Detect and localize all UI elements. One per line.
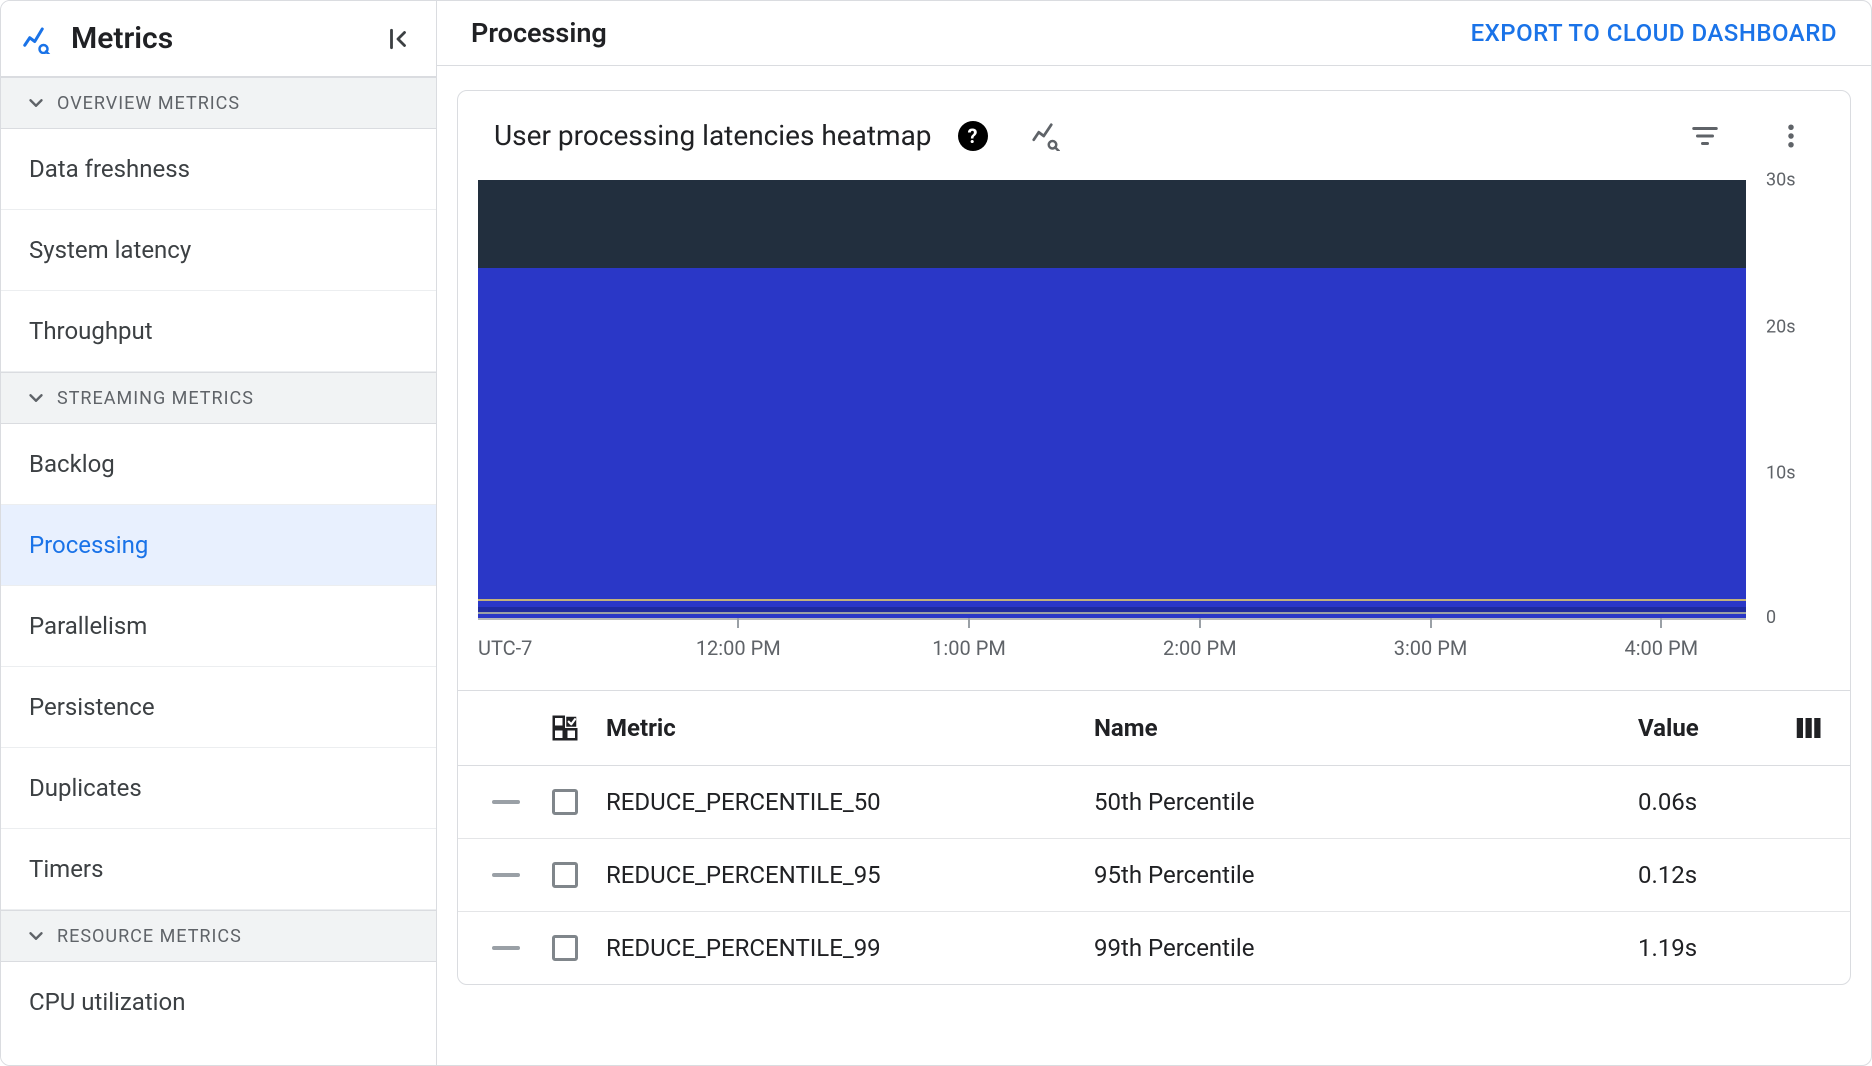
x-axis: UTC-7 12:00 PM 1:00 PM 2:00 PM 3:00 PM 4… [478, 630, 1814, 670]
chevron-down-icon [25, 92, 47, 114]
cell-metric: REDUCE_PERCENTILE_95 [606, 861, 1076, 889]
sidebar-item-label: Duplicates [29, 774, 142, 802]
page-title: Processing [471, 17, 607, 49]
sidebar-title: Metrics [71, 21, 384, 56]
cell-name: 99th Percentile [1094, 934, 1620, 962]
card-actions [1690, 121, 1814, 151]
sidebar-item-duplicates[interactable]: Duplicates [1, 748, 436, 829]
x-tick: 4:00 PM [1624, 636, 1698, 660]
chart-baseline [478, 607, 1746, 614]
sidebar-section-label: STREAMING METRICS [57, 388, 254, 409]
more-options-icon[interactable] [1776, 121, 1806, 151]
y-tick: 20s [1766, 316, 1796, 337]
table-row: REDUCE_PERCENTILE_99 99th Percentile 1.1… [458, 912, 1850, 984]
sidebar-item-backlog[interactable]: Backlog [1, 424, 436, 505]
metrics-table: Metric Name Value REDUCE_PERCENTILE_50 5… [458, 690, 1850, 984]
sidebar-item-label: System latency [29, 236, 191, 264]
metrics-explorer-icon[interactable] [1030, 121, 1060, 151]
y-axis: 30s 20s 10s 0 [1760, 180, 1814, 620]
sidebar-item-label: Persistence [29, 693, 155, 721]
x-tick-mark [968, 618, 970, 628]
heatmap-band-main [478, 268, 1746, 618]
heatmap-band-high [478, 180, 1746, 268]
select-all-icon[interactable] [542, 713, 588, 743]
sidebar-section-streaming[interactable]: STREAMING METRICS [1, 372, 436, 424]
col-value[interactable]: Value [1638, 714, 1768, 742]
content: User processing latencies heatmap ? [437, 66, 1871, 1065]
timezone-label: UTC-7 [478, 636, 532, 660]
table-row: REDUCE_PERCENTILE_95 95th Percentile 0.1… [458, 839, 1850, 912]
col-metric[interactable]: Metric [606, 714, 1076, 742]
x-tick: 1:00 PM [932, 636, 1006, 660]
chevron-down-icon [25, 925, 47, 947]
card-header: User processing latencies heatmap ? [458, 91, 1850, 180]
table-header: Metric Name Value [458, 691, 1850, 766]
metrics-icon [21, 24, 51, 54]
drag-handle[interactable] [488, 800, 524, 804]
chart-plot[interactable] [478, 180, 1746, 620]
y-tick: 10s [1766, 463, 1796, 484]
x-tick-mark [1430, 618, 1432, 628]
cell-value: 0.12s [1638, 861, 1768, 889]
collapse-sidebar-button[interactable] [384, 25, 412, 53]
main: Processing EXPORT TO CLOUD DASHBOARD Use… [437, 1, 1871, 1065]
cell-value: 1.19s [1638, 934, 1768, 962]
sidebar-section-label: OVERVIEW METRICS [57, 93, 240, 114]
x-tick: 3:00 PM [1394, 636, 1468, 660]
sidebar-section-overview[interactable]: OVERVIEW METRICS [1, 77, 436, 129]
chart-card: User processing latencies heatmap ? [457, 90, 1851, 985]
y-tick: 0 [1766, 607, 1776, 628]
sidebar-item-throughput[interactable]: Throughput [1, 291, 436, 372]
drag-handle[interactable] [488, 873, 524, 877]
sidebar-item-label: Throughput [29, 317, 153, 345]
sidebar-section-resource[interactable]: RESOURCE METRICS [1, 910, 436, 962]
row-checkbox[interactable] [542, 789, 588, 815]
sidebar-item-label: Timers [29, 855, 103, 883]
help-icon[interactable]: ? [958, 121, 988, 151]
drag-handle[interactable] [488, 946, 524, 950]
cell-name: 95th Percentile [1094, 861, 1620, 889]
main-header: Processing EXPORT TO CLOUD DASHBOARD [437, 1, 1871, 66]
filter-icon[interactable] [1690, 121, 1720, 151]
row-checkbox[interactable] [542, 862, 588, 888]
chart: 30s 20s 10s 0 UTC-7 12:00 PM 1:00 PM [458, 180, 1850, 670]
sidebar-item-label: Data freshness [29, 155, 190, 183]
export-button[interactable]: EXPORT TO CLOUD DASHBOARD [1471, 19, 1837, 47]
sidebar: Metrics OVERVIEW METRICS Data freshness … [1, 1, 437, 1065]
x-tick: 12:00 PM [696, 636, 781, 660]
cell-value: 0.06s [1638, 788, 1768, 816]
cell-name: 50th Percentile [1094, 788, 1620, 816]
sidebar-item-persistence[interactable]: Persistence [1, 667, 436, 748]
chevron-down-icon [25, 387, 47, 409]
sidebar-header: Metrics [1, 1, 436, 77]
table-row: REDUCE_PERCENTILE_50 50th Percentile 0.0… [458, 766, 1850, 839]
y-tick: 30s [1766, 170, 1796, 191]
row-checkbox[interactable] [542, 935, 588, 961]
x-tick-mark [1660, 618, 1662, 628]
col-name[interactable]: Name [1094, 714, 1620, 742]
x-tick: 2:00 PM [1163, 636, 1237, 660]
sidebar-item-timers[interactable]: Timers [1, 829, 436, 910]
x-tick-mark [1199, 618, 1201, 628]
x-tick-mark [737, 618, 739, 628]
sidebar-item-processing[interactable]: Processing [1, 505, 436, 586]
sidebar-item-label: Processing [29, 531, 148, 559]
sidebar-item-label: Backlog [29, 450, 115, 478]
sidebar-item-data-freshness[interactable]: Data freshness [1, 129, 436, 210]
sidebar-section-label: RESOURCE METRICS [57, 926, 242, 947]
sidebar-item-label: Parallelism [29, 612, 147, 640]
cell-metric: REDUCE_PERCENTILE_50 [606, 788, 1076, 816]
sidebar-item-label: CPU utilization [29, 988, 185, 1016]
sidebar-item-system-latency[interactable]: System latency [1, 210, 436, 291]
column-selector-icon[interactable] [1786, 713, 1830, 743]
sidebar-item-parallelism[interactable]: Parallelism [1, 586, 436, 667]
percentile-line [478, 599, 1746, 601]
sidebar-item-cpu-utilization[interactable]: CPU utilization [1, 962, 436, 1042]
cell-metric: REDUCE_PERCENTILE_99 [606, 934, 1076, 962]
card-title: User processing latencies heatmap [494, 119, 932, 152]
